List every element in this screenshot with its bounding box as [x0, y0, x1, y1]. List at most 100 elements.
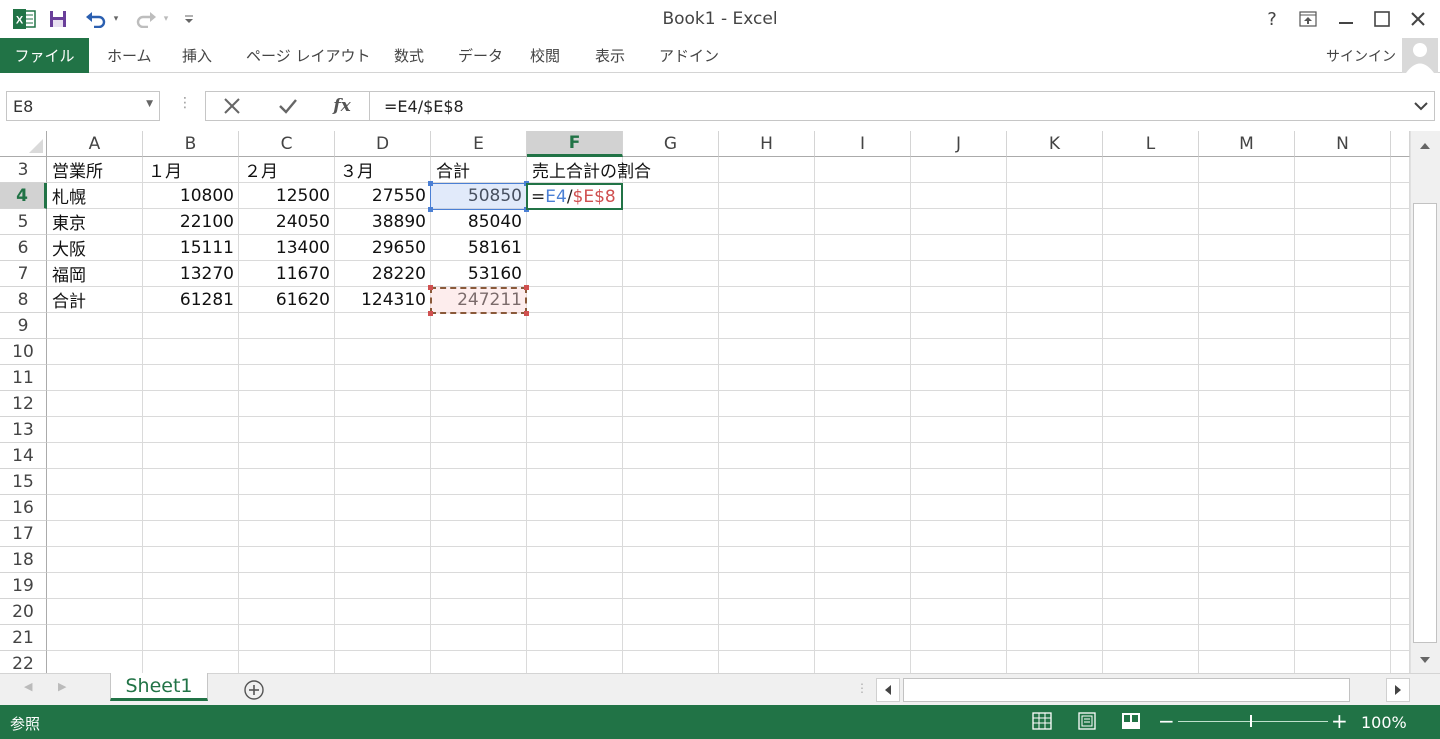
cell[interactable] [1295, 469, 1391, 495]
cell[interactable] [911, 235, 1007, 261]
cell[interactable] [1391, 521, 1410, 547]
cell[interactable] [815, 209, 911, 235]
cell[interactable] [1199, 287, 1295, 313]
active-cell-editor[interactable]: = E4/$E$8 [526, 183, 623, 210]
column-header[interactable]: I [815, 131, 911, 157]
cell[interactable] [143, 625, 239, 651]
cell[interactable] [1295, 209, 1391, 235]
cell[interactable] [815, 521, 911, 547]
column-header[interactable] [1391, 131, 1410, 157]
cell[interactable] [911, 183, 1007, 209]
cell[interactable] [815, 261, 911, 287]
cell[interactable] [1007, 495, 1103, 521]
cell[interactable] [527, 261, 623, 287]
cell[interactable] [911, 573, 1007, 599]
tab-insert[interactable]: 挿入 [182, 38, 212, 73]
cell[interactable] [1103, 625, 1199, 651]
cell[interactable] [1391, 391, 1410, 417]
cell[interactable] [527, 521, 623, 547]
cell[interactable] [719, 521, 815, 547]
cell[interactable] [1391, 235, 1410, 261]
cell[interactable]: 85040 [431, 209, 527, 235]
cell[interactable] [527, 287, 623, 313]
cell[interactable] [1007, 573, 1103, 599]
row-header[interactable]: 14 [0, 443, 47, 469]
cell[interactable] [719, 209, 815, 235]
column-header[interactable]: H [719, 131, 815, 157]
cell[interactable] [1007, 521, 1103, 547]
row-header[interactable]: 3 [0, 157, 47, 183]
cell[interactable] [239, 521, 335, 547]
spreadsheet-grid[interactable]: ABCDEFGHIJKLMN 3 4 5 6 7 8 9 10 11 12 13 14 15 16 17 18… [0, 131, 1410, 673]
cell[interactable] [719, 287, 815, 313]
column-header[interactable]: M [1199, 131, 1295, 157]
cell[interactable] [911, 287, 1007, 313]
cell[interactable] [239, 365, 335, 391]
cell[interactable] [431, 365, 527, 391]
row-header[interactable]: 17 [0, 521, 47, 547]
column-header[interactable]: K [1007, 131, 1103, 157]
cell[interactable] [143, 599, 239, 625]
vertical-scroll-thumb[interactable] [1413, 203, 1437, 643]
column-header[interactable]: J [911, 131, 1007, 157]
grip-icon[interactable]: ⋮ [856, 681, 868, 695]
cell[interactable] [1103, 417, 1199, 443]
cell[interactable] [1391, 313, 1410, 339]
column-header[interactable]: G [623, 131, 719, 157]
cell[interactable] [1391, 417, 1410, 443]
cell[interactable] [1295, 625, 1391, 651]
row-header[interactable]: 12 [0, 391, 47, 417]
cell[interactable] [143, 521, 239, 547]
sheet-tab-sheet1[interactable]: Sheet1 [110, 673, 208, 701]
cell[interactable] [1391, 599, 1410, 625]
cell[interactable]: 売上合計の割合 [527, 157, 651, 183]
cell[interactable] [1391, 261, 1410, 287]
cell[interactable] [815, 573, 911, 599]
cell[interactable] [1103, 365, 1199, 391]
cell[interactable] [335, 651, 431, 673]
cell[interactable] [1103, 209, 1199, 235]
help-button[interactable]: ? [1254, 4, 1290, 34]
cell[interactable] [623, 469, 719, 495]
cell[interactable] [1391, 443, 1410, 469]
cell[interactable] [719, 339, 815, 365]
cell[interactable] [623, 625, 719, 651]
cell[interactable] [1007, 469, 1103, 495]
scroll-up-icon[interactable] [1413, 134, 1437, 158]
cell[interactable] [719, 651, 815, 673]
cell[interactable]: 東京 [47, 209, 143, 235]
cell[interactable] [719, 261, 815, 287]
cell[interactable] [911, 599, 1007, 625]
cell[interactable] [47, 339, 143, 365]
cell[interactable] [1295, 261, 1391, 287]
cell[interactable]: 58161 [431, 235, 527, 261]
row-header[interactable]: 18 [0, 547, 47, 573]
cell[interactable] [239, 495, 335, 521]
cell[interactable] [815, 339, 911, 365]
cell[interactable] [1103, 287, 1199, 313]
cell[interactable] [1295, 235, 1391, 261]
cell[interactable] [47, 417, 143, 443]
cell[interactable] [1391, 209, 1410, 235]
cell[interactable] [527, 235, 623, 261]
redo-icon[interactable] [132, 6, 160, 32]
cell[interactable]: ３月 [335, 157, 431, 183]
cell[interactable] [1199, 157, 1295, 183]
cell[interactable] [431, 651, 527, 673]
column-header[interactable]: B [143, 131, 239, 157]
cell[interactable]: 福岡 [47, 261, 143, 287]
cell[interactable] [335, 625, 431, 651]
cell[interactable] [1103, 651, 1199, 673]
cell[interactable] [815, 287, 911, 313]
redo-dropdown-icon[interactable]: ▾ [160, 6, 172, 32]
cell[interactable] [143, 339, 239, 365]
row-header[interactable]: 16 [0, 495, 47, 521]
cell[interactable] [815, 599, 911, 625]
cell[interactable] [47, 651, 143, 673]
cell[interactable] [47, 521, 143, 547]
cell[interactable] [47, 573, 143, 599]
cell[interactable] [335, 495, 431, 521]
cell[interactable]: 大阪 [47, 235, 143, 261]
undo-icon[interactable] [82, 6, 110, 32]
cell[interactable] [1103, 547, 1199, 573]
